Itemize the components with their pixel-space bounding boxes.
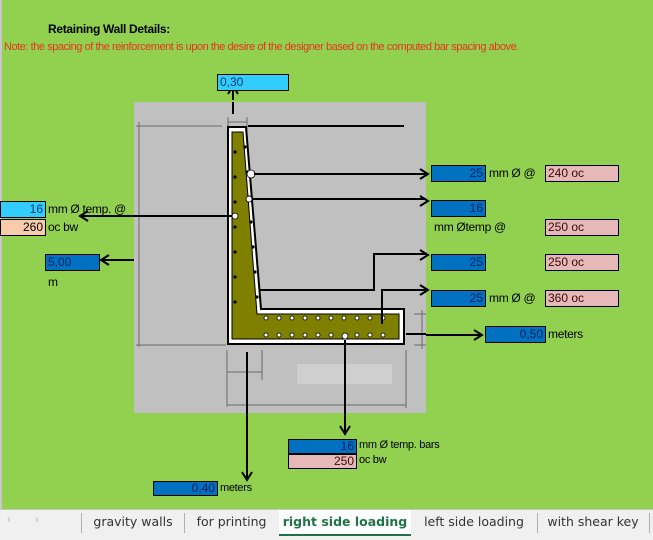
footing-temp-spacing-unit: oc bw (359, 454, 387, 466)
tab-scroll-next-icon[interactable]: › (35, 514, 39, 526)
sheet-tab-bar: ‹ › gravity walls for printing right sid… (0, 509, 653, 540)
tab-for-printing[interactable]: for printing (185, 510, 278, 536)
left-temp-bar-unit: mm Ø temp. @ (48, 202, 126, 216)
base-thickness-cell[interactable]: 0,50 (485, 326, 546, 343)
heel-bottom-bar-unit: mm Ø @ (489, 291, 536, 305)
wall-height-cell[interactable]: 5,00 (45, 254, 100, 271)
toe-width-unit: meters (220, 482, 252, 494)
tab-left-side-loading[interactable]: left side loading (412, 510, 536, 536)
worksheet: Retaining Wall Details: Note: the spacin… (0, 0, 653, 509)
top-thickness-cell[interactable]: 0,30 (217, 74, 289, 91)
toe-width-cell[interactable]: 0,40 (153, 481, 218, 496)
heel-top-spacing-cell[interactable]: 250 oc (545, 254, 619, 271)
stem-temp-bar-unit: mm Øtemp @ (434, 220, 506, 234)
footing-temp-spacing-cell[interactable]: 250 (288, 454, 357, 469)
wall-height-unit: m (48, 275, 58, 289)
tab-gravity-walls[interactable]: gravity walls (82, 510, 184, 536)
tab-with-shear-key[interactable]: with shear key (538, 510, 648, 536)
left-temp-bar-dia-cell[interactable]: 16 (0, 201, 46, 218)
left-temp-spacing-cell[interactable]: 260 (0, 219, 46, 236)
left-temp-spacing-unit: oc bw (48, 220, 78, 234)
heel-bottom-bar-dia-cell[interactable]: 25 (431, 290, 486, 307)
tab-separator (649, 513, 650, 533)
heel-top-bar-dia-cell[interactable]: 25 (431, 254, 486, 271)
stem-temp-bar-dia-cell[interactable]: 16 (431, 200, 486, 217)
tab-scroll-prev-icon[interactable]: ‹ (7, 514, 11, 526)
base-thickness-unit: meters (548, 327, 583, 341)
footing-temp-bar-dia-cell[interactable]: 16 (288, 439, 357, 454)
footing-temp-bar-unit: mm Ø temp. bars (359, 439, 440, 451)
heel-bottom-spacing-cell[interactable]: 360 oc (545, 290, 619, 307)
stem-temp-spacing-cell[interactable]: 250 oc (545, 219, 619, 236)
stem-main-bar-dia-cell[interactable]: 25 (431, 165, 486, 182)
tab-right-side-loading[interactable]: right side loading (279, 510, 411, 536)
stem-main-bar-unit: mm Ø @ (489, 166, 536, 180)
stem-main-spacing-cell[interactable]: 240 oc (545, 165, 619, 182)
